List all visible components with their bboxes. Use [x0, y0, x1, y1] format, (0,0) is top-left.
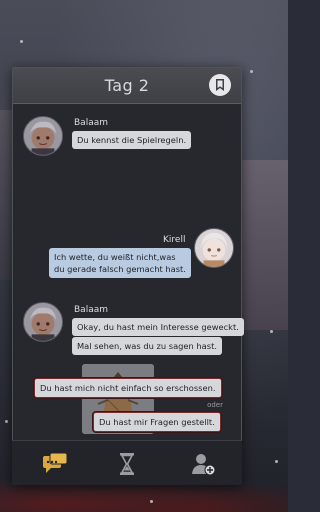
snowflake	[150, 500, 153, 503]
nav-chat-button[interactable]	[38, 447, 72, 481]
message-line: Ich wette, du weißt nicht,was	[54, 252, 176, 262]
choice-button[interactable]: Du hast mich nicht einfach so erschossen…	[34, 378, 222, 398]
chat-panel: Tag 2 Balaam Du kennst die Spielregeln.	[12, 67, 244, 485]
message-bubble: Okay, du hast mein Interesse geweckt.	[72, 318, 244, 336]
panel-header: Tag 2	[13, 68, 241, 104]
bookmark-icon	[216, 79, 224, 91]
message-bubble: Du kennst die Spielregeln.	[72, 131, 192, 149]
avatar-balaam	[23, 302, 63, 342]
snowflake	[20, 40, 23, 43]
nav-time-button[interactable]	[110, 447, 144, 481]
nav-contacts-button[interactable]	[186, 447, 220, 481]
bookmark-button[interactable]	[209, 74, 231, 96]
snowflake	[270, 330, 273, 333]
message-bubble: Mal sehen, was du zu sagen hast.	[72, 337, 222, 355]
or-label: oder	[207, 401, 223, 409]
add-contact-icon	[192, 454, 216, 476]
snowflake	[5, 420, 8, 423]
speaker-name: Balaam	[74, 305, 108, 315]
day-title: Tag 2	[104, 76, 150, 95]
avatar-kirell	[194, 228, 234, 268]
hourglass-icon	[120, 453, 134, 475]
snowflake	[275, 460, 278, 463]
speaker-name: Kirell	[163, 235, 186, 245]
chat-icon	[43, 452, 68, 473]
message-bubble: Ich wette, du weißt nicht,was du gerade …	[49, 248, 191, 278]
speaker-name: Balaam	[74, 118, 108, 128]
avatar-balaam	[23, 116, 63, 156]
message-line: du gerade falsch gemacht hast.	[54, 264, 186, 274]
snowflake	[250, 70, 253, 73]
bottom-navigation	[12, 440, 242, 485]
choice-button[interactable]: Du hast mir Fragen gestellt.	[93, 412, 221, 432]
